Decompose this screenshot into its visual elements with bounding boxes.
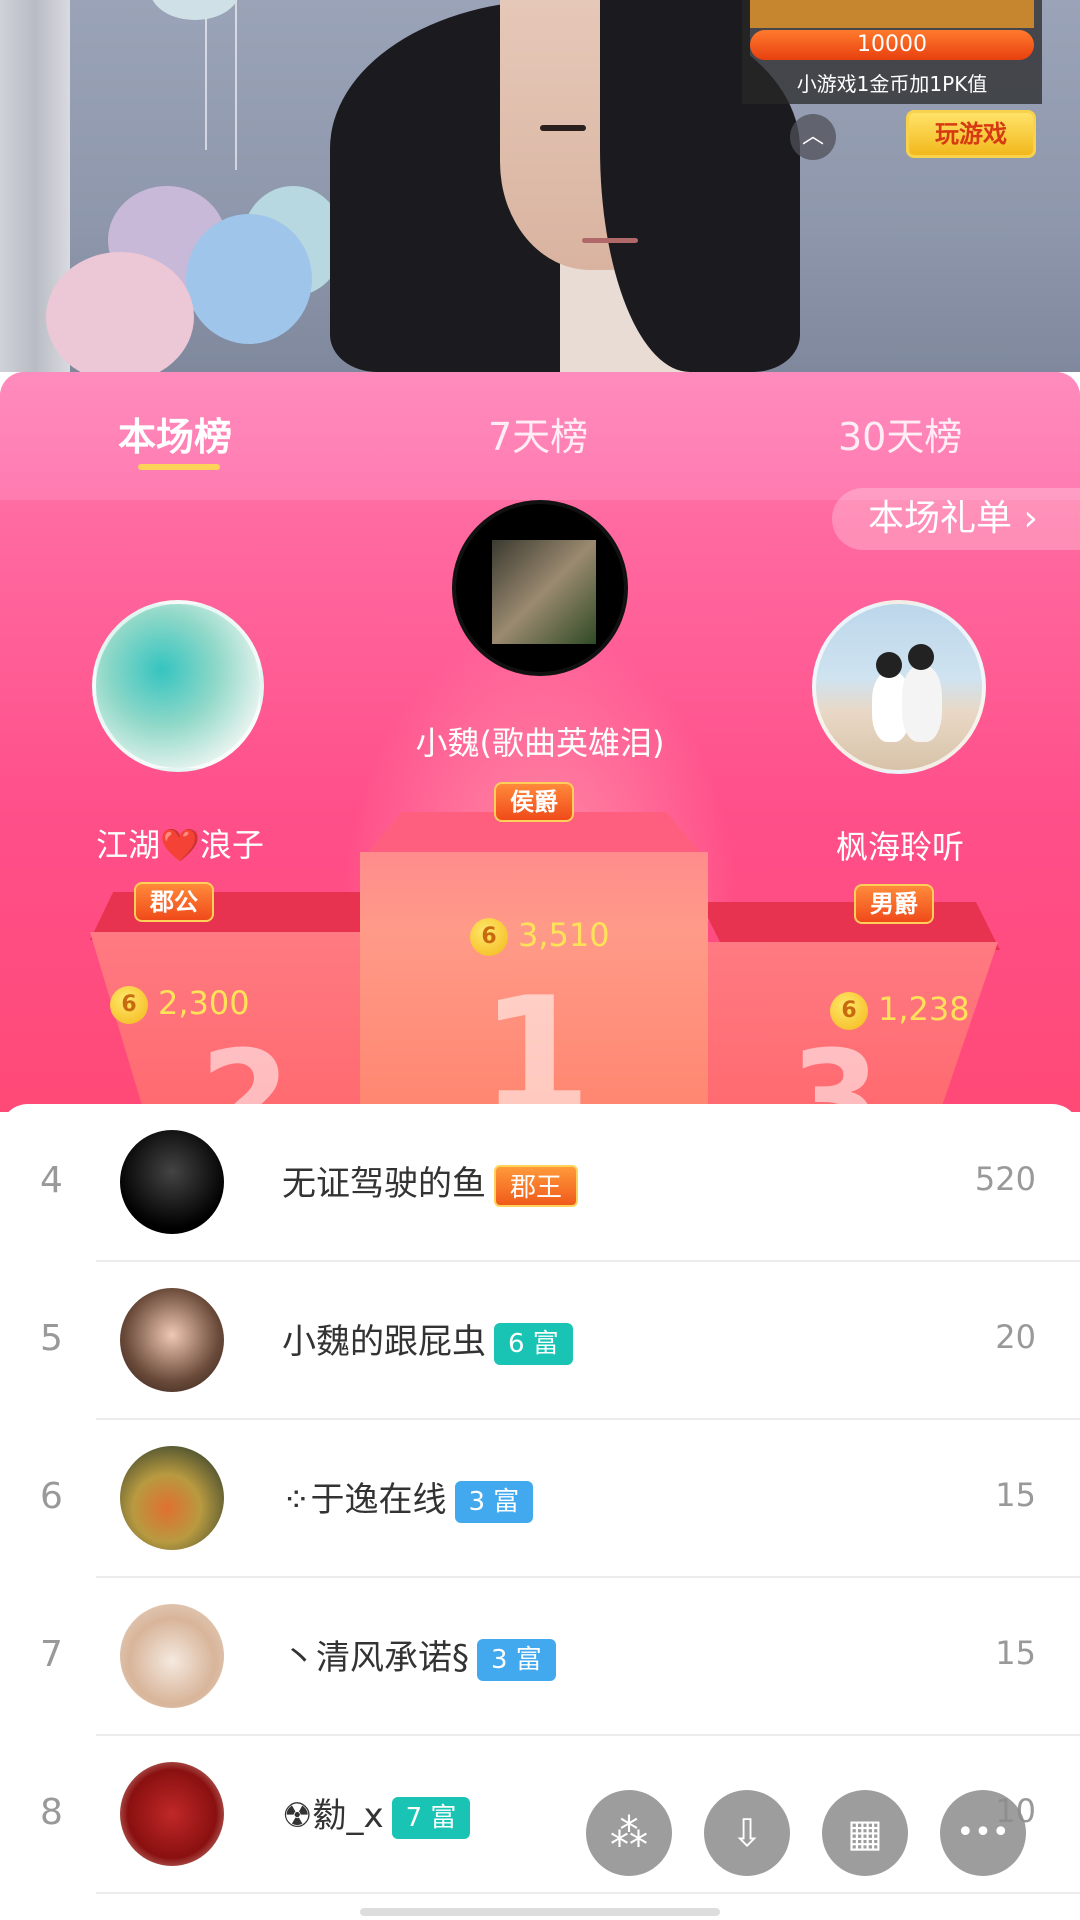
coin-icon: 6	[470, 918, 508, 956]
active-tab-indicator	[138, 464, 220, 470]
coin-icon: 6	[110, 986, 148, 1024]
list-item[interactable]: 6 ⁘于逸在线 3 富 15	[0, 1420, 1080, 1578]
user-name: ⁘于逸在线 3 富	[282, 1472, 534, 1523]
contribution-value: 15	[995, 1476, 1036, 1514]
pk-subtitle: 小游戏1金币加1PK值	[796, 72, 988, 96]
rich-level-badge: 7 富	[391, 1796, 471, 1839]
third-title-badge: 男爵	[854, 884, 934, 924]
title-badge: 郡王	[494, 1164, 579, 1207]
avatar[interactable]	[120, 1604, 224, 1708]
tab-7-days[interactable]: 7天榜	[488, 406, 588, 461]
streamer-mouth	[582, 238, 638, 243]
avatar[interactable]	[120, 1762, 224, 1866]
podium-number-3: 3	[790, 1022, 881, 1112]
ranking-panel: 本场榜 7天榜 30天榜 本场礼单 › 1 2 3 小魏(歌曲英雄泪) 侯爵 6…	[0, 372, 1080, 1112]
contribution-value: 15	[995, 1634, 1036, 1672]
third-score: 6 1,238	[830, 990, 970, 1030]
second-title-badge: 郡公	[134, 882, 214, 922]
balloon	[186, 214, 312, 344]
avatar-second[interactable]	[92, 600, 264, 772]
list-item[interactable]: 7 丶清风承诺§ 3 富 15	[0, 1578, 1080, 1736]
streamer-eye	[540, 125, 586, 131]
contribution-value: 520	[974, 1160, 1036, 1198]
play-game-button[interactable]: 玩游戏	[906, 110, 1036, 158]
chevron-up-icon[interactable]: ︿	[790, 114, 836, 160]
first-place-name: 小魏(歌曲英雄泪)	[415, 724, 665, 762]
pk-value-bar: 10000	[750, 30, 1034, 60]
rank-number: 5	[40, 1318, 63, 1359]
live-video[interactable]: 10000 小游戏1金币加1PK值 ︿ 玩游戏	[0, 0, 1080, 372]
second-place-name: 江湖❤️浪子	[96, 826, 264, 864]
contribution-value: 20	[995, 1318, 1036, 1356]
balloon	[150, 0, 240, 20]
ranking-tabs: 本场榜 7天榜 30天榜	[0, 372, 1080, 500]
avatar-third[interactable]	[812, 600, 986, 774]
avatar[interactable]	[120, 1446, 224, 1550]
avatar[interactable]	[120, 1288, 224, 1392]
avatar-first[interactable]	[452, 500, 628, 676]
list-item[interactable]: 5 小魏的跟屁虫 6 富 20	[0, 1262, 1080, 1420]
pk-game-thumbnail	[750, 0, 1034, 28]
podium-number-1: 1	[480, 962, 592, 1112]
home-indicator	[360, 1908, 720, 1916]
tab-current-session[interactable]: 本场榜	[118, 406, 232, 461]
list-item[interactable]: 8 ☢勬_x7 富 10	[0, 1736, 1080, 1894]
tab-30-days[interactable]: 30天榜	[838, 406, 962, 461]
user-name: 无证驾驶的鱼 郡王	[282, 1156, 579, 1207]
rich-level-badge: 3 富	[454, 1480, 534, 1523]
user-name: 小魏的跟屁虫 6 富	[282, 1314, 573, 1365]
pk-panel: 10000 小游戏1金币加1PK值	[742, 0, 1042, 104]
avatar[interactable]	[120, 1130, 224, 1234]
list-item[interactable]: 4 无证驾驶的鱼 郡王 520	[0, 1104, 1080, 1262]
rank-number: 6	[40, 1476, 63, 1517]
grid-icon[interactable]: ▦	[822, 1790, 908, 1876]
rank-number: 4	[40, 1160, 63, 1201]
rank-number: 8	[40, 1792, 63, 1833]
first-title-badge: 侯爵	[494, 782, 574, 822]
second-score: 6 2,300	[110, 984, 250, 1024]
coin-icon: 6	[830, 992, 868, 1030]
download-icon[interactable]: ⇩	[704, 1790, 790, 1876]
ranking-list[interactable]: 4 无证驾驶的鱼 郡王 520 5 小魏的跟屁虫 6 富 20 6 ⁘于逸在线 3 富…	[0, 1104, 1080, 1920]
rich-level-badge: 3 富	[477, 1638, 556, 1681]
third-place-name: 枫海聆听	[835, 828, 964, 866]
gift-list-button[interactable]: 本场礼单 ›	[832, 488, 1080, 550]
first-score: 6 3,510	[470, 916, 610, 956]
more-icon[interactable]: •••	[940, 1790, 1026, 1876]
podium-number-2: 2	[200, 1022, 291, 1112]
rank-number: 7	[40, 1634, 63, 1675]
divider	[96, 1892, 1080, 1894]
user-name: 丶清风承诺§ 3 富	[282, 1630, 556, 1681]
balloon-string	[205, 0, 207, 150]
balloon	[46, 252, 194, 372]
balloon-string	[235, 0, 237, 170]
user-name: ☢勬_x 7 富	[282, 1788, 471, 1839]
scatter-icon[interactable]: ⁂	[586, 1790, 672, 1876]
rich-level-badge: 6 富	[494, 1322, 573, 1365]
